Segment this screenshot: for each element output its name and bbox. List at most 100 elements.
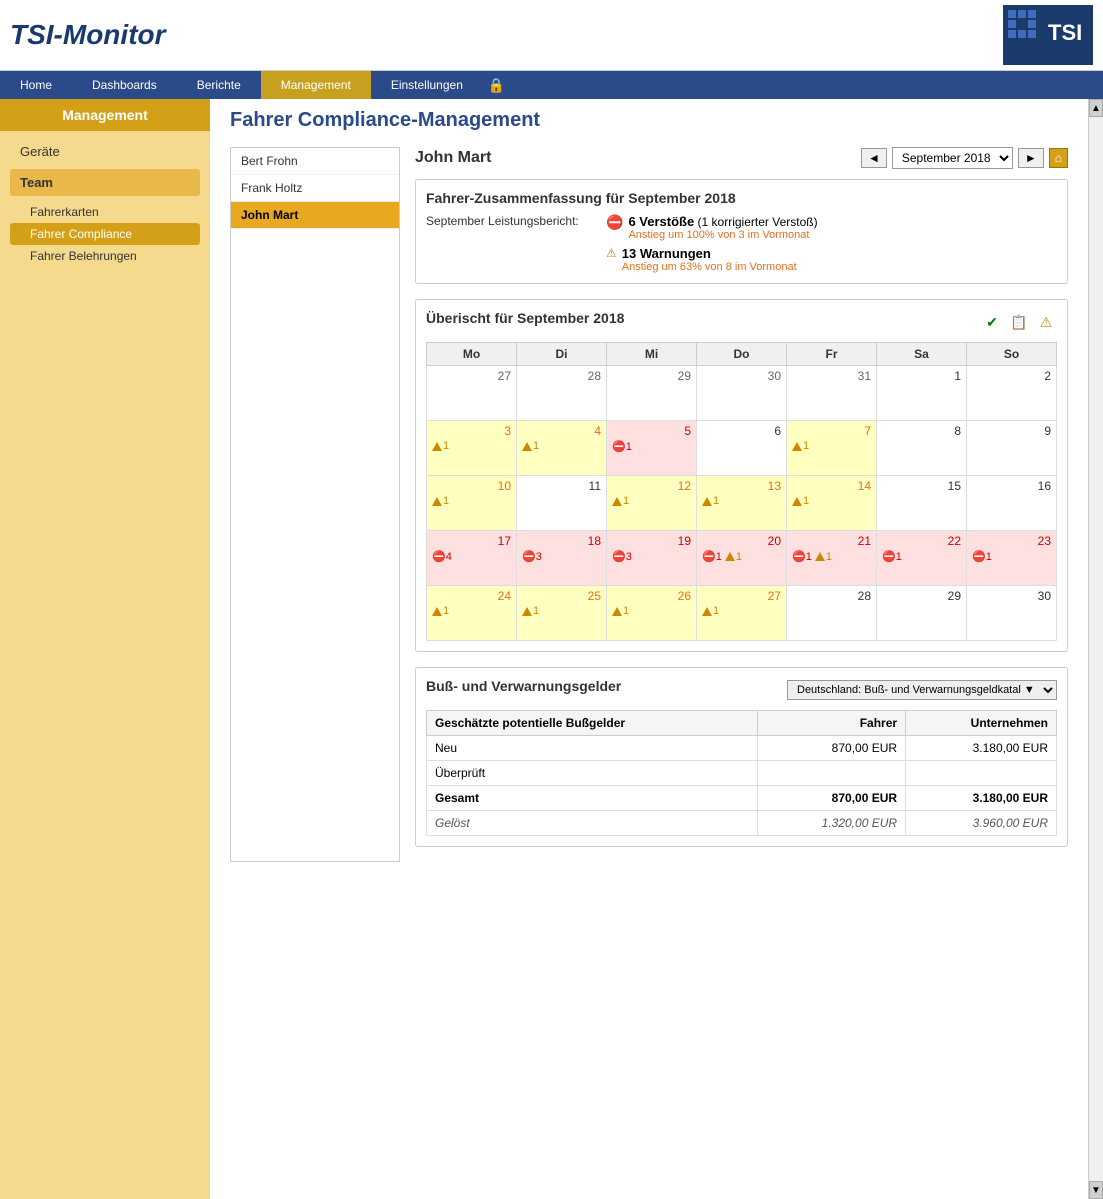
calendar-day-4[interactable]: 41 bbox=[517, 421, 607, 476]
driver-name: John Mart bbox=[415, 149, 491, 167]
nav-home[interactable]: Home bbox=[0, 71, 72, 99]
driver-list-item-john[interactable]: John Mart bbox=[231, 202, 399, 229]
sidebar-item-fahrerkarten[interactable]: Fahrerkarten bbox=[10, 201, 200, 223]
nav-einstellungen[interactable]: Einstellungen bbox=[371, 71, 483, 99]
home-month-button[interactable]: ⌂ bbox=[1049, 148, 1068, 168]
calendar-day-19[interactable]: 19⛔3 bbox=[607, 531, 697, 586]
calendar-day-10[interactable]: 101 bbox=[427, 476, 517, 531]
driver-list-item-bert[interactable]: Bert Frohn bbox=[231, 148, 399, 175]
error-icon: ⛔ bbox=[606, 214, 623, 231]
calendar-day-23[interactable]: 23⛔1 bbox=[967, 531, 1057, 586]
nav-dashboards[interactable]: Dashboards bbox=[72, 71, 177, 99]
calendar-day-11[interactable]: 11 bbox=[517, 476, 607, 531]
header: TSI-Monitor TSI bbox=[0, 0, 1103, 71]
page-title: Fahrer Compliance-Management bbox=[230, 109, 1068, 132]
lock-icon: 🔒 bbox=[488, 77, 505, 94]
weekday-di: Di bbox=[517, 343, 607, 366]
app-title: TSI-Monitor bbox=[10, 19, 166, 51]
detail-panel: John Mart ◄ August 2018 September 2018 O… bbox=[415, 147, 1068, 862]
driver-list-item-frank[interactable]: Frank Holtz bbox=[231, 175, 399, 202]
navbar: Home Dashboards Berichte Management Eins… bbox=[0, 71, 1103, 99]
calendar-day-14[interactable]: 141 bbox=[787, 476, 877, 531]
calendar-day-22[interactable]: 22⛔1 bbox=[877, 531, 967, 586]
svg-text:TSI: TSI bbox=[1048, 20, 1082, 45]
weekday-so: So bbox=[967, 343, 1057, 366]
calendar-day-24[interactable]: 241 bbox=[427, 586, 517, 641]
calendar-header: Überischt für September 2018 ✔ 📋 ⚠ bbox=[426, 310, 1057, 334]
calendar-clipboard-icon[interactable]: 📋 bbox=[1008, 311, 1030, 333]
calendar-day-26[interactable]: 261 bbox=[607, 586, 697, 641]
scrollbar[interactable]: ▲ ▼ bbox=[1088, 99, 1103, 1199]
summary-row: September Leistungsbericht: ⛔ 6 Verstöße… bbox=[426, 214, 1057, 273]
nav-berichte[interactable]: Berichte bbox=[177, 71, 261, 99]
warnings-count: 13 Warnungen bbox=[622, 246, 711, 261]
content-area: Fahrer Compliance-Management Bert Frohn … bbox=[210, 99, 1088, 1199]
violations-text: 6 Verstöße (1 korrigierter Verstoß) bbox=[628, 214, 817, 229]
weekday-mo: Mo bbox=[427, 343, 517, 366]
fine-row-neu: Neu870,00 EUR3.180,00 EUR bbox=[427, 736, 1057, 761]
weekday-mi: Mi bbox=[607, 343, 697, 366]
calendar-day-29[interactable]: 29 bbox=[877, 586, 967, 641]
warnings-trend: Anstieg um 63% von 8 im Vormonat bbox=[622, 261, 797, 273]
warnings-item: ⚠ 13 Warnungen Anstieg um 63% von 8 im V… bbox=[606, 246, 818, 273]
calendar-section: Überischt für September 2018 ✔ 📋 ⚠ Mo bbox=[415, 299, 1068, 652]
month-nav: ◄ August 2018 September 2018 Oktober 201… bbox=[861, 147, 1068, 169]
sidebar-item-fahrer-compliance[interactable]: Fahrer Compliance bbox=[10, 223, 200, 245]
sidebar-section-team: Team bbox=[10, 169, 200, 196]
scroll-up-button[interactable]: ▲ bbox=[1089, 99, 1103, 117]
calendar-day-30[interactable]: 30 bbox=[697, 366, 787, 421]
calendar-title: Überischt für September 2018 bbox=[426, 310, 624, 326]
calendar-day-15[interactable]: 15 bbox=[877, 476, 967, 531]
calendar-day-28[interactable]: 28 bbox=[787, 586, 877, 641]
violations-item: ⛔ 6 Verstöße (1 korrigierter Verstoß) An… bbox=[606, 214, 818, 241]
calendar-day-25[interactable]: 251 bbox=[517, 586, 607, 641]
warning-icon-summary: ⚠ bbox=[606, 246, 617, 260]
calendar-day-17[interactable]: 17⛔4 bbox=[427, 531, 517, 586]
calendar-day-21[interactable]: 21⛔11 bbox=[787, 531, 877, 586]
calendar-day-31[interactable]: 31 bbox=[787, 366, 877, 421]
sidebar-item-geraete[interactable]: Geräte bbox=[10, 139, 200, 164]
summary-period-label: September Leistungsbericht: bbox=[426, 214, 586, 228]
calendar-day-9[interactable]: 9 bbox=[967, 421, 1057, 476]
sidebar: Management Geräte Team Fahrerkarten Fahr… bbox=[0, 99, 210, 1199]
calendar-day-30[interactable]: 30 bbox=[967, 586, 1057, 641]
month-select[interactable]: August 2018 September 2018 Oktober 2018 bbox=[892, 147, 1013, 169]
calendar-day-3[interactable]: 31 bbox=[427, 421, 517, 476]
calendar-day-1[interactable]: 1 bbox=[877, 366, 967, 421]
weekday-fr: Fr bbox=[787, 343, 877, 366]
calendar-day-18[interactable]: 18⛔3 bbox=[517, 531, 607, 586]
calendar-day-13[interactable]: 131 bbox=[697, 476, 787, 531]
calendar-day-2[interactable]: 2 bbox=[967, 366, 1057, 421]
fine-catalog-select[interactable]: Deutschland: Buß- und Verwarnungsgeldkat… bbox=[787, 680, 1057, 700]
fines-table: Geschätzte potentielle Bußgelder Fahrer … bbox=[426, 710, 1057, 836]
fines-header: Buß- und Verwarnungsgelder Deutschland: … bbox=[426, 678, 1057, 702]
calendar-warning-icon[interactable]: ⚠ bbox=[1035, 311, 1057, 333]
sidebar-title: Management bbox=[0, 99, 210, 131]
prev-month-button[interactable]: ◄ bbox=[861, 148, 887, 168]
calendar-day-29[interactable]: 29 bbox=[607, 366, 697, 421]
calendar-day-28[interactable]: 28 bbox=[517, 366, 607, 421]
fine-col-header-3: Unternehmen bbox=[906, 711, 1057, 736]
calendar-day-5[interactable]: 5⛔1 bbox=[607, 421, 697, 476]
calendar-day-7[interactable]: 71 bbox=[787, 421, 877, 476]
calendar-day-27[interactable]: 27 bbox=[427, 366, 517, 421]
nav-management[interactable]: Management bbox=[261, 71, 371, 99]
driver-header: John Mart ◄ August 2018 September 2018 O… bbox=[415, 147, 1068, 169]
calendar-icons: ✔ 📋 ⚠ bbox=[981, 311, 1057, 333]
calendar-day-16[interactable]: 16 bbox=[967, 476, 1057, 531]
scroll-down-button[interactable]: ▼ bbox=[1089, 1181, 1103, 1199]
violations-count: 6 Verstöße bbox=[628, 214, 694, 229]
calendar-day-6[interactable]: 6 bbox=[697, 421, 787, 476]
fines-title: Buß- und Verwarnungsgelder bbox=[426, 678, 621, 694]
summary-section: Fahrer-Zusammenfassung für September 201… bbox=[415, 179, 1068, 284]
calendar-check-icon[interactable]: ✔ bbox=[981, 311, 1003, 333]
summary-title: Fahrer-Zusammenfassung für September 201… bbox=[426, 190, 1057, 206]
warnings-text: 13 Warnungen bbox=[622, 246, 797, 261]
calendar-day-27[interactable]: 271 bbox=[697, 586, 787, 641]
calendar-day-20[interactable]: 20⛔11 bbox=[697, 531, 787, 586]
calendar-day-12[interactable]: 121 bbox=[607, 476, 697, 531]
calendar-day-8[interactable]: 8 bbox=[877, 421, 967, 476]
next-month-button[interactable]: ► bbox=[1018, 148, 1044, 168]
fine-row-gelöst: Gelöst1.320,00 EUR3.960,00 EUR bbox=[427, 811, 1057, 836]
sidebar-item-fahrer-belehrungen[interactable]: Fahrer Belehrungen bbox=[10, 245, 200, 267]
